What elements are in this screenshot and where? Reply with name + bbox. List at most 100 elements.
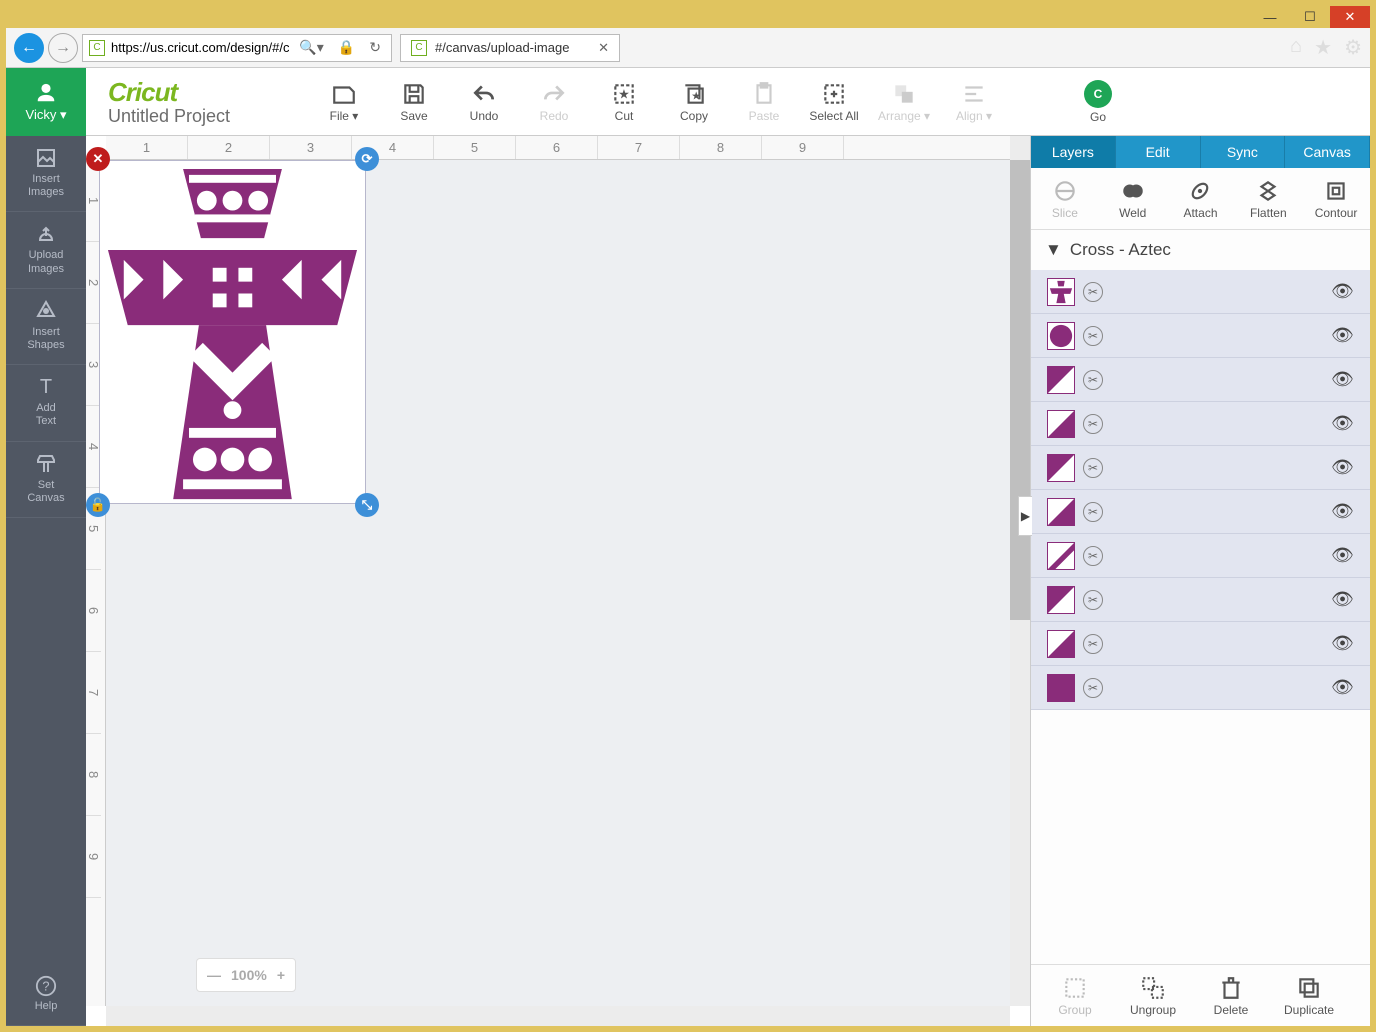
scissors-icon[interactable]: ✂ — [1083, 414, 1103, 434]
address-bar[interactable]: C 🔍▾ 🔒 ↻ — [82, 34, 392, 62]
delete-button[interactable]: Delete — [1201, 975, 1261, 1017]
zoom-control: — 100% + — [196, 958, 296, 992]
gear-icon[interactable]: ⚙ — [1344, 35, 1362, 60]
panel-tab-canvas[interactable]: Canvas — [1285, 136, 1370, 168]
star-icon[interactable]: ★ — [1314, 35, 1332, 60]
sidebar-insert-images[interactable]: InsertImages — [6, 136, 86, 212]
layer-swatch[interactable] — [1047, 366, 1075, 394]
search-dropdown-icon[interactable]: 🔍▾ — [295, 39, 327, 56]
layer-row[interactable]: ✂ 👁 — [1031, 314, 1370, 358]
layer-swatch[interactable] — [1047, 454, 1075, 482]
layer-swatch[interactable] — [1047, 322, 1075, 350]
layer-swatch[interactable] — [1047, 542, 1075, 570]
layer-group-header[interactable]: ▼ Cross - Aztec — [1031, 230, 1370, 270]
save-button[interactable]: Save — [386, 81, 442, 123]
scissors-icon[interactable]: ✂ — [1083, 326, 1103, 346]
browser-tab[interactable]: C #/canvas/upload-image ✕ — [400, 34, 620, 62]
layer-swatch[interactable] — [1047, 586, 1075, 614]
group-button: Group — [1045, 975, 1105, 1017]
sidebar-add-text[interactable]: T AddText — [6, 365, 86, 441]
copy-button[interactable]: ★ Copy — [666, 81, 722, 123]
file-icon — [331, 81, 357, 107]
eye-icon[interactable]: 👁 — [1331, 369, 1354, 390]
home-icon[interactable]: ⌂ — [1290, 35, 1302, 60]
refresh-icon[interactable]: ↻ — [365, 39, 385, 56]
eye-icon[interactable]: 👁 — [1331, 501, 1354, 522]
scissors-icon[interactable]: ✂ — [1083, 282, 1103, 302]
scissors-icon[interactable]: ✂ — [1083, 678, 1103, 698]
cut-button[interactable]: ★ Cut — [596, 81, 652, 123]
layer-row[interactable]: ✂ 👁 — [1031, 358, 1370, 402]
url-input[interactable] — [111, 40, 289, 55]
panel-tab-sync[interactable]: Sync — [1201, 136, 1286, 168]
layer-swatch[interactable] — [1047, 498, 1075, 526]
eye-icon[interactable]: 👁 — [1331, 677, 1354, 698]
scissors-icon[interactable]: ✂ — [1083, 634, 1103, 654]
eye-icon[interactable]: 👁 — [1331, 545, 1354, 566]
file-button[interactable]: File ▾ — [316, 81, 372, 123]
layer-swatch[interactable] — [1047, 630, 1075, 658]
panel-tab-edit[interactable]: Edit — [1116, 136, 1201, 168]
panel-tab-layers[interactable]: Layers — [1031, 136, 1116, 168]
ruler-tick: 7 — [598, 136, 680, 159]
undo-icon — [471, 81, 497, 107]
scissors-icon[interactable]: ✂ — [1083, 590, 1103, 610]
eye-icon[interactable]: 👁 — [1331, 589, 1354, 610]
canvas-surface[interactable]: ✕ ⟳ 🔓 ⤡ — [106, 160, 1010, 1006]
sidebar-insert-shapes[interactable]: InsertShapes — [6, 289, 86, 365]
attach-button[interactable]: Attach — [1170, 178, 1230, 220]
eye-icon[interactable]: 👁 — [1331, 325, 1354, 346]
sidebar-set-canvas[interactable]: SetCanvas — [6, 442, 86, 518]
selection-box[interactable]: ✕ ⟳ 🔓 ⤡ — [99, 160, 366, 504]
flatten-button[interactable]: Flatten — [1238, 178, 1298, 220]
layer-swatch[interactable] — [1047, 674, 1075, 702]
contour-button[interactable]: Contour — [1306, 178, 1366, 220]
help-button[interactable]: ? Help — [6, 965, 86, 1026]
scissors-icon[interactable]: ✂ — [1083, 546, 1103, 566]
tab-close-icon[interactable]: ✕ — [598, 40, 609, 56]
ungroup-button[interactable]: Ungroup — [1123, 975, 1183, 1017]
lock-icon: 🔒 — [334, 39, 359, 56]
scissors-icon[interactable]: ✂ — [1083, 370, 1103, 390]
ruler-tick: 8 — [86, 734, 101, 816]
eye-icon[interactable]: 👁 — [1331, 413, 1354, 434]
scissors-icon[interactable]: ✂ — [1083, 502, 1103, 522]
vertical-scrollbar[interactable] — [1010, 136, 1030, 1006]
browser-forward-button[interactable]: → — [48, 33, 78, 63]
layer-swatch[interactable] — [1047, 410, 1075, 438]
document-title[interactable]: Untitled Project — [108, 106, 288, 127]
eye-icon[interactable]: 👁 — [1331, 281, 1354, 302]
window-maximize[interactable]: ☐ — [1290, 6, 1330, 28]
undo-button[interactable]: Undo — [456, 81, 512, 123]
layer-row[interactable]: ✂ 👁 — [1031, 622, 1370, 666]
cross-aztec-shape[interactable] — [104, 165, 361, 501]
browser-back-button[interactable]: ← — [14, 33, 44, 63]
window-close[interactable]: ✕ — [1330, 6, 1370, 28]
zoom-in-button[interactable]: + — [277, 967, 285, 983]
layer-row[interactable]: ✂ 👁 — [1031, 446, 1370, 490]
cut-icon: ★ — [611, 81, 637, 107]
canvas-area[interactable]: 123456789 123456789 ✕ ⟳ 🔓 ⤡ — [86, 136, 1030, 1026]
weld-button[interactable]: Weld — [1103, 178, 1163, 220]
eye-icon[interactable]: 👁 — [1331, 457, 1354, 478]
duplicate-button[interactable]: Duplicate — [1279, 975, 1339, 1017]
go-button[interactable]: C Go — [1070, 80, 1126, 124]
user-menu[interactable]: Vicky ▾ — [6, 68, 86, 136]
scissors-icon[interactable]: ✂ — [1083, 458, 1103, 478]
layer-row[interactable]: ✂ 👁 — [1031, 270, 1370, 314]
layer-row[interactable]: ✂ 👁 — [1031, 490, 1370, 534]
upload-images-icon — [34, 222, 58, 246]
right-panel: LayersEditSyncCanvas Slice Weld Attach F… — [1030, 136, 1370, 1026]
select-all-button[interactable]: Select All — [806, 81, 862, 123]
sidebar-upload-images[interactable]: UploadImages — [6, 212, 86, 288]
panel-collapse-handle[interactable]: ▶ — [1018, 496, 1032, 536]
horizontal-scrollbar[interactable] — [106, 1006, 1010, 1026]
window-minimize[interactable]: — — [1250, 6, 1290, 28]
layer-row[interactable]: ✂ 👁 — [1031, 666, 1370, 710]
layer-row[interactable]: ✂ 👁 — [1031, 534, 1370, 578]
layer-row[interactable]: ✂ 👁 — [1031, 402, 1370, 446]
layer-swatch[interactable] — [1047, 278, 1075, 306]
eye-icon[interactable]: 👁 — [1331, 633, 1354, 654]
layer-row[interactable]: ✂ 👁 — [1031, 578, 1370, 622]
zoom-out-button[interactable]: — — [207, 967, 221, 983]
